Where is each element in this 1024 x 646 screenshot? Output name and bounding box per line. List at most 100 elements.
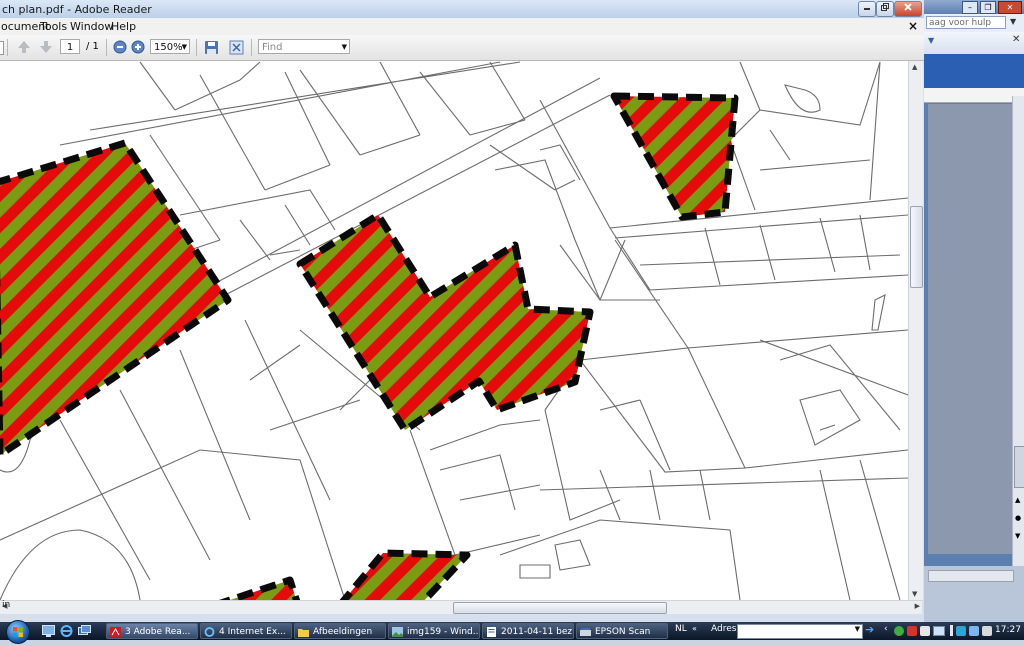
document-close-button[interactable]: × bbox=[908, 19, 918, 33]
zoom-out-icon[interactable] bbox=[113, 40, 127, 54]
fit-page-icon[interactable] bbox=[229, 40, 244, 55]
find-placeholder: Find bbox=[262, 42, 283, 53]
chevron-down-icon[interactable]: ▼ bbox=[855, 625, 860, 633]
ie-help-search-input[interactable]: aag voor hulp bbox=[926, 16, 1006, 29]
find-input[interactable]: Find ▼ bbox=[258, 39, 350, 54]
ie-title-bar[interactable]: – ❐ ✕ bbox=[924, 0, 1024, 14]
tray-network-icon[interactable] bbox=[920, 626, 930, 636]
tray-power-icon[interactable] bbox=[982, 626, 992, 636]
internet-explorer-window[interactable]: – ❐ ✕ aag voor hulp ▼ ▼ ✕ ▲ ● ▼ bbox=[924, 0, 1024, 622]
ie-ruler bbox=[924, 88, 1024, 103]
switch-windows-icon[interactable] bbox=[78, 625, 91, 637]
panel-icon[interactable] bbox=[0, 41, 4, 55]
ie-content-area bbox=[928, 104, 1012, 554]
scroll-up-icon[interactable]: ▲ bbox=[1015, 496, 1020, 504]
chevron-down-icon[interactable]: ▼ bbox=[928, 36, 934, 45]
next-page-icon[interactable] bbox=[38, 40, 54, 54]
ie-ribbon: ▼ ✕ bbox=[924, 32, 1024, 54]
language-indicator[interactable]: NL bbox=[675, 624, 687, 634]
tray-antivirus-icon[interactable] bbox=[907, 626, 917, 636]
page-number-input[interactable]: 1 bbox=[60, 39, 80, 54]
document-icon bbox=[487, 627, 496, 637]
ie-pin-icon[interactable]: ✕ bbox=[1012, 34, 1020, 45]
title-bar[interactable]: ch plan.pdf - Adobe Reader bbox=[0, 0, 924, 18]
adobe-icon bbox=[110, 627, 121, 637]
tray-expand-icon[interactable]: ‹ bbox=[884, 624, 888, 634]
maximize-button[interactable] bbox=[876, 1, 894, 17]
vertical-scrollbar[interactable]: ▲ ▼ bbox=[908, 61, 923, 600]
zoom-value: 150% bbox=[154, 42, 183, 53]
chevron-down-icon[interactable]: ▼ bbox=[1010, 17, 1016, 26]
minimize-button[interactable] bbox=[858, 1, 876, 17]
ie-restore-button[interactable]: ❐ bbox=[980, 1, 996, 14]
double-chevron-icon[interactable]: « bbox=[692, 624, 697, 633]
toolbar: 1 / 1 150% ▼ Find ▼ bbox=[0, 35, 924, 61]
taskbar-item-epson-scan[interactable]: EPSON Scan bbox=[576, 623, 668, 639]
taskbar-item-document[interactable]: 2011-04-11 bez... bbox=[482, 623, 574, 639]
taskbar-label: Afbeeldingen bbox=[313, 627, 373, 637]
image-icon bbox=[392, 627, 403, 637]
taskbar-label: 2011-04-11 bez... bbox=[501, 627, 574, 637]
internet-explorer-icon[interactable] bbox=[60, 625, 73, 637]
dot-icon[interactable]: ● bbox=[1015, 514, 1021, 522]
taskbar-label: 3 Adobe Rea... bbox=[125, 627, 191, 637]
zoom-select[interactable]: 150% ▼ bbox=[150, 39, 190, 54]
ie-close-button[interactable]: ✕ bbox=[998, 1, 1022, 14]
adobe-reader-window: ch plan.pdf - Adobe Reader ocument Tools… bbox=[0, 0, 924, 622]
page-total: / 1 bbox=[86, 41, 99, 52]
taskbar-item-adobe[interactable]: 3 Adobe Rea... bbox=[106, 623, 198, 639]
ie-minimize-button[interactable]: – bbox=[962, 1, 978, 14]
separator bbox=[251, 39, 252, 56]
menu-bar: ocument Tools Window Help × bbox=[0, 18, 924, 36]
ie-search-bar: aag voor hulp ▼ bbox=[924, 14, 1024, 32]
ie-horizontal-scrollbar[interactable] bbox=[928, 570, 1014, 582]
scroll-down-icon[interactable]: ▼ bbox=[912, 590, 917, 598]
document-view[interactable] bbox=[0, 61, 908, 600]
horizontal-scroll-thumb[interactable] bbox=[453, 602, 667, 614]
scroll-up-icon[interactable]: ▲ bbox=[912, 63, 917, 71]
ie-icon bbox=[204, 627, 215, 637]
save-icon[interactable] bbox=[204, 40, 219, 55]
address-input[interactable]: ▼ bbox=[737, 624, 863, 639]
taskbar-item-afbeeldingen[interactable]: Afbeeldingen bbox=[294, 623, 386, 639]
chevron-down-icon: ▼ bbox=[341, 43, 347, 51]
show-desktop-icon[interactable] bbox=[42, 625, 55, 637]
menu-window[interactable]: Window bbox=[70, 20, 113, 33]
separator bbox=[7, 39, 8, 56]
taskbar-label: 4 Internet Ex... bbox=[219, 627, 286, 637]
folder-icon bbox=[298, 629, 309, 637]
address-label: Adres bbox=[711, 624, 737, 634]
close-button[interactable] bbox=[894, 1, 922, 17]
separator bbox=[106, 39, 107, 56]
taskbar-item-internet-explorer[interactable]: 4 Internet Ex... bbox=[200, 623, 292, 639]
page-size-label: in bbox=[2, 600, 11, 610]
tray-monitor-icon[interactable] bbox=[956, 626, 966, 636]
go-arrow-icon[interactable]: ➔ bbox=[865, 623, 874, 636]
clock[interactable]: 17:27 bbox=[995, 625, 1021, 635]
status-bar: in bbox=[0, 600, 924, 622]
scroll-down-icon[interactable]: ▼ bbox=[1015, 532, 1020, 540]
ie-scroll-thumb[interactable] bbox=[1014, 446, 1024, 488]
previous-page-icon[interactable] bbox=[16, 40, 32, 54]
ie-vertical-scrollbar[interactable]: ▲ ● ▼ bbox=[1012, 96, 1024, 566]
tray-mail-icon[interactable] bbox=[933, 626, 945, 636]
scroll-right-icon[interactable]: ▶ bbox=[915, 602, 920, 610]
zoom-in-icon[interactable] bbox=[131, 40, 145, 54]
minimize-icon bbox=[864, 8, 870, 10]
tray-speaker-icon[interactable] bbox=[969, 626, 979, 636]
tray-bars-icon[interactable] bbox=[950, 625, 953, 636]
window-title: ch plan.pdf - Adobe Reader bbox=[2, 3, 152, 16]
taskbar-item-img159[interactable]: img159 - Wind... bbox=[388, 623, 480, 639]
vertical-scroll-thumb[interactable] bbox=[910, 206, 923, 288]
restore-icon bbox=[881, 3, 889, 11]
tray-app-icon[interactable] bbox=[894, 626, 904, 636]
scanner-icon bbox=[580, 628, 591, 636]
taskbar-label: img159 - Wind... bbox=[407, 627, 480, 637]
taskbar-label: EPSON Scan bbox=[595, 627, 651, 637]
chevron-down-icon: ▼ bbox=[181, 43, 187, 51]
horizontal-scrollbar[interactable]: ◀ ▶ bbox=[0, 600, 922, 615]
ie-status-area bbox=[924, 566, 1024, 622]
menu-tools[interactable]: Tools bbox=[40, 20, 67, 33]
menu-help[interactable]: Help bbox=[111, 20, 136, 33]
start-button[interactable] bbox=[6, 620, 30, 644]
